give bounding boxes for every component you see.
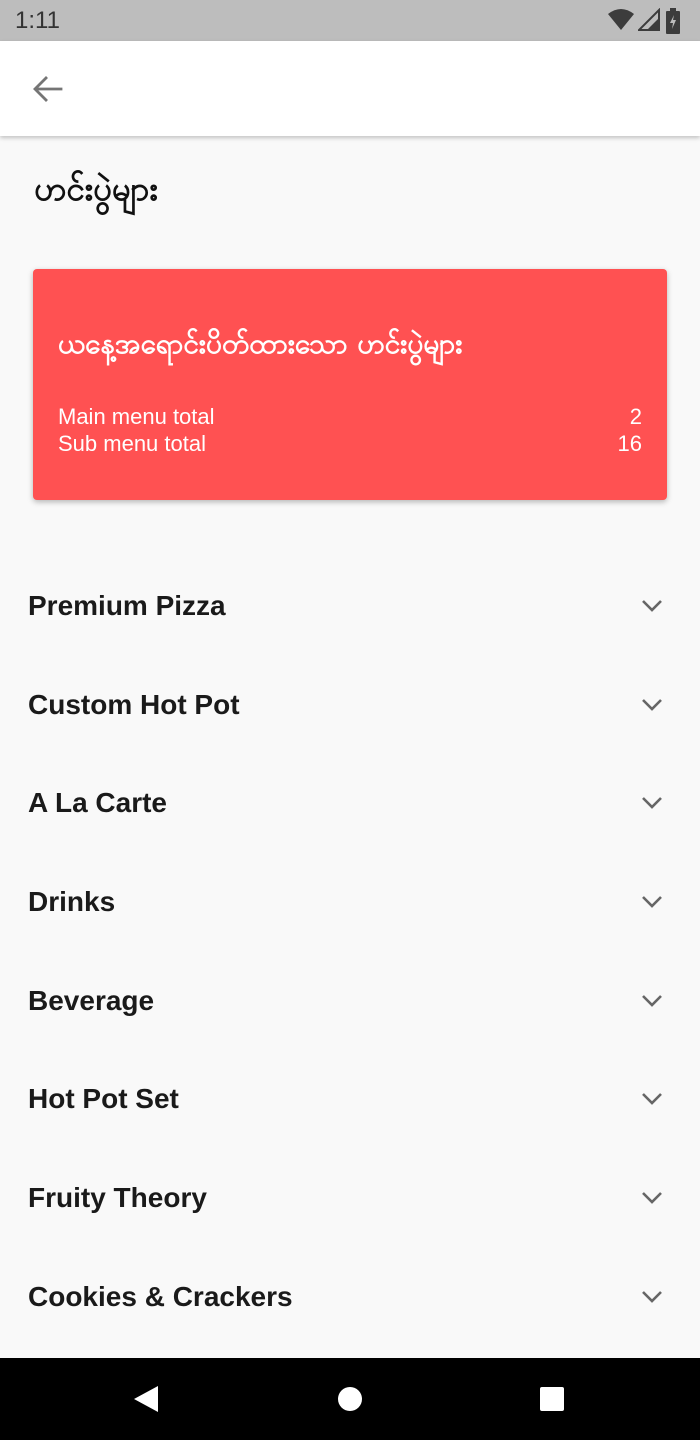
menu-item-drinks[interactable]: Drinks: [0, 854, 700, 953]
back-button[interactable]: [22, 63, 74, 115]
system-navigation-bar: [0, 1358, 700, 1440]
nav-back-icon: [134, 1386, 158, 1412]
menu-item-label: Beverage: [28, 984, 155, 1016]
nav-home-button[interactable]: [300, 1358, 400, 1440]
menu-item-label: Custom Hot Pot: [28, 688, 240, 720]
wifi-icon: [608, 9, 634, 30]
menu-item-hot-pot-set[interactable]: Hot Pot Set: [0, 1051, 700, 1150]
menu-item-label: Fruity Theory: [28, 1182, 207, 1214]
nav-back-button[interactable]: [96, 1358, 196, 1440]
menu-item-label: A La Carte: [28, 787, 168, 819]
chevron-down-icon: [642, 698, 662, 711]
menu-item-premium-pizza[interactable]: Premium Pizza: [0, 558, 700, 657]
sub-menu-total-value: 16: [617, 431, 642, 456]
arrow-left-icon: [33, 76, 63, 102]
status-icons: [608, 8, 688, 34]
sub-menu-total-label: Sub menu total: [58, 431, 206, 456]
chevron-down-icon: [642, 1093, 662, 1106]
chevron-down-icon: [642, 600, 662, 612]
status-time: 1:11: [15, 7, 60, 34]
page-title: ဟင်းပွဲများ: [34, 169, 158, 208]
menu-item-label: Premium Pizza: [28, 590, 226, 621]
status-bar: 1:11: [0, 0, 700, 41]
menu-item-fruity-theory[interactable]: Fruity Theory: [0, 1150, 700, 1249]
app-bar: [0, 41, 700, 136]
main-menu-total-row: Main menu total 2: [58, 404, 642, 432]
chevron-down-icon: [642, 797, 662, 810]
nav-recents-button[interactable]: [502, 1358, 602, 1440]
chevron-down-icon: [642, 994, 662, 1007]
cellular-signal-icon: [638, 8, 660, 31]
menu-item-a-la-carte[interactable]: A La Carte: [0, 755, 700, 854]
nav-recents-icon: [540, 1387, 564, 1411]
sub-menu-total-row: Sub menu total 16: [58, 431, 642, 459]
chevron-down-icon: [642, 896, 662, 908]
summary-card-title: ယနေ့အရောင်းပိတ်ထားသော ဟင်းပွဲများ: [58, 327, 463, 360]
chevron-down-icon: [642, 1290, 662, 1303]
menu-item-custom-hot-pot[interactable]: Custom Hot Pot: [0, 657, 700, 756]
main-menu-total-value: 2: [629, 404, 642, 429]
chevron-down-icon: [642, 1192, 662, 1204]
menu-item-label: Drinks: [28, 886, 116, 918]
menu-category-list: Premium Pizza Custom Hot Pot A La Carte …: [0, 558, 700, 1348]
main-menu-total-label: Main menu total: [58, 404, 215, 429]
summary-card: ယနေ့အရောင်းပိတ်ထားသော ဟင်းပွဲများ Main m…: [33, 269, 667, 500]
menu-item-beverage[interactable]: Beverage: [0, 953, 700, 1052]
menu-item-label: Hot Pot Set: [28, 1083, 179, 1115]
nav-home-icon: [338, 1387, 362, 1411]
menu-item-label: Cookies & Crackers: [28, 1280, 293, 1312]
screen: 1:11 ဟင်းပွဲများ ယနေ့အရောင်းပိတ်ထားသော ဟ…: [0, 0, 700, 1440]
menu-item-cookies-crackers[interactable]: Cookies & Crackers: [0, 1249, 700, 1348]
battery-icon: [666, 8, 680, 34]
